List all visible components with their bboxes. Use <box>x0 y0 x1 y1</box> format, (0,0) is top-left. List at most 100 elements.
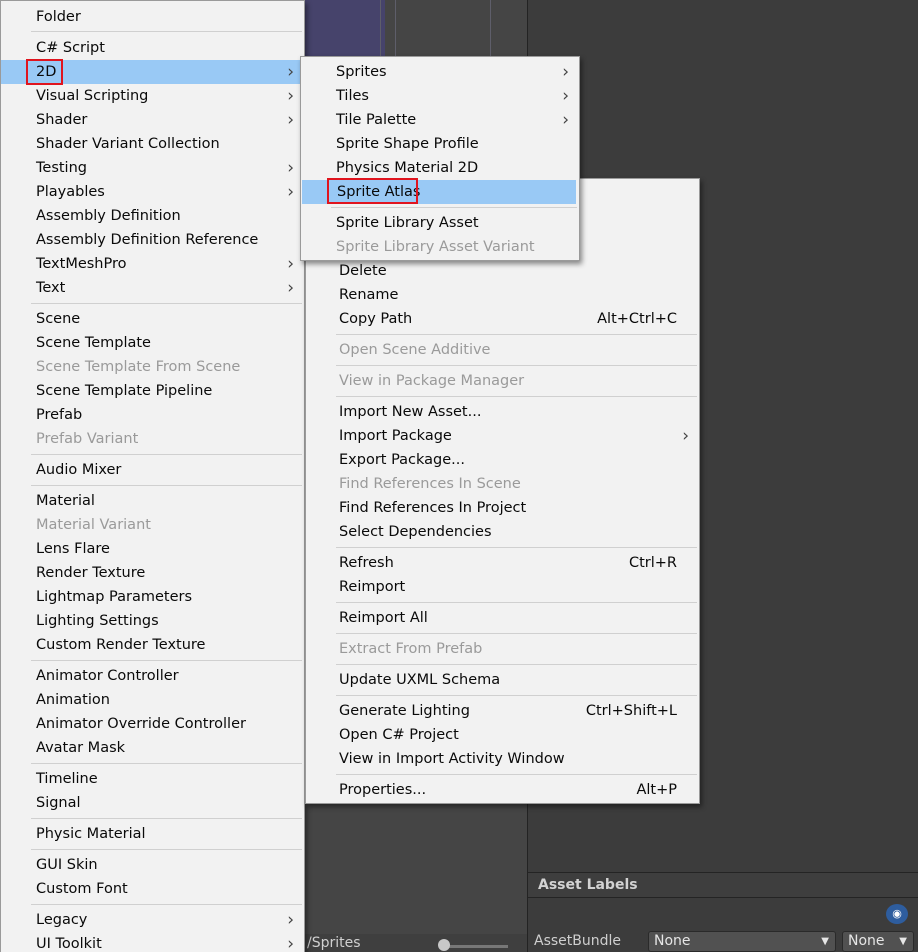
menu-item-playables[interactable]: Playables › <box>1 180 304 204</box>
menu-item-lightmap-parameters[interactable]: Lightmap Parameters <box>1 585 304 609</box>
menu-separator <box>336 664 697 665</box>
menu-item-rename[interactable]: Rename <box>306 283 699 307</box>
chevron-right-icon: › <box>287 182 294 202</box>
menu-item-label: Legacy <box>36 912 88 928</box>
menu-item-textmeshpro[interactable]: TextMeshPro › <box>1 252 304 276</box>
menu-item-folder[interactable]: Folder <box>1 5 304 29</box>
menu-item-scene-template-from-scene: Scene Template From Scene <box>1 355 304 379</box>
assetbundle-dropdown[interactable]: None ▼ <box>648 931 836 952</box>
menu-item-generate-lighting[interactable]: Generate Lighting Ctrl+Shift+L <box>306 699 699 723</box>
menu-item-visual-scripting[interactable]: Visual Scripting › <box>1 84 304 108</box>
menu-item-prefab[interactable]: Prefab <box>1 403 304 427</box>
menu-item-shortcut: Alt+Ctrl+C <box>597 311 677 327</box>
menu-item-shader-variant-collection[interactable]: Shader Variant Collection <box>1 132 304 156</box>
menu-separator <box>331 207 577 208</box>
menu-item-lighting-settings[interactable]: Lighting Settings <box>1 609 304 633</box>
chevron-right-icon: › <box>562 62 569 82</box>
menu-item-import-new-asset[interactable]: Import New Asset... <box>306 400 699 424</box>
menu-item-signal[interactable]: Signal <box>1 791 304 815</box>
menu-item-legacy[interactable]: Legacy › <box>1 908 304 932</box>
2d-submenu: Sprites › Tiles › Tile Palette › Sprite Shape … <box>300 56 580 261</box>
assetbundle-variant-dropdown[interactable]: None ▼ <box>842 931 914 952</box>
menu-item-sprite-library-asset-variant: Sprite Library Asset Variant <box>301 235 579 259</box>
menu-item-delete[interactable]: Delete <box>306 259 699 283</box>
menu-item-properties[interactable]: Properties... Alt+P <box>306 778 699 802</box>
menu-item-label: Text <box>36 280 66 296</box>
menu-item-label: C# Script <box>36 40 105 56</box>
menu-separator <box>336 365 697 366</box>
menu-item-select-dependencies[interactable]: Select Dependencies <box>306 520 699 544</box>
menu-item-label: Rename <box>339 287 399 303</box>
menu-item-text[interactable]: Text › <box>1 276 304 300</box>
menu-item-sprite-shape-profile[interactable]: Sprite Shape Profile <box>301 132 579 156</box>
menu-item-material[interactable]: Material <box>1 489 304 513</box>
asset-labels-title: Asset Labels <box>538 877 638 893</box>
menu-item-render-texture[interactable]: Render Texture <box>1 561 304 585</box>
menu-item-shortcut: Ctrl+R <box>628 555 677 571</box>
menu-item-label: Find References In Project <box>339 500 527 516</box>
scene-grid-line <box>490 0 491 60</box>
menu-item-lens-flare[interactable]: Lens Flare <box>1 537 304 561</box>
menu-item-animation[interactable]: Animation <box>1 688 304 712</box>
menu-item-scene[interactable]: Scene <box>1 307 304 331</box>
menu-item-audio-mixer[interactable]: Audio Mixer <box>1 458 304 482</box>
menu-item-reimport[interactable]: Reimport <box>306 575 699 599</box>
asset-labels-header[interactable]: Asset Labels <box>528 872 918 898</box>
menu-item-refresh[interactable]: Refresh Ctrl+R <box>306 551 699 575</box>
menu-item-tiles[interactable]: Tiles › <box>301 84 579 108</box>
menu-item-label: Avatar Mask <box>36 740 126 756</box>
menu-item-label: Audio Mixer <box>36 462 122 478</box>
menu-item-label: Scene Template <box>36 335 151 351</box>
menu-item-copy-path[interactable]: Copy Path Alt+Ctrl+C <box>306 307 699 331</box>
menu-item-sprites[interactable]: Sprites › <box>301 60 579 84</box>
chevron-right-icon: › <box>562 110 569 130</box>
menu-item-avatar-mask[interactable]: Avatar Mask <box>1 736 304 760</box>
menu-item-physic-material[interactable]: Physic Material <box>1 822 304 846</box>
menu-item-custom-font[interactable]: Custom Font <box>1 877 304 901</box>
menu-item-sprite-library-asset[interactable]: Sprite Library Asset <box>301 211 579 235</box>
scene-view-preview <box>305 0 385 56</box>
menu-item-open-csharp-project[interactable]: Open C# Project <box>306 723 699 747</box>
menu-item-scene-template[interactable]: Scene Template <box>1 331 304 355</box>
menu-item-csharp-script[interactable]: C# Script <box>1 36 304 60</box>
menu-item-view-in-import-activity-window[interactable]: View in Import Activity Window <box>306 747 699 771</box>
menu-item-shortcut: Alt+P <box>636 782 677 798</box>
menu-item-custom-render-texture[interactable]: Custom Render Texture <box>1 633 304 657</box>
menu-item-label: Tiles <box>336 88 369 104</box>
icon-size-slider-handle[interactable] <box>438 939 450 951</box>
menu-item-assembly-definition[interactable]: Assembly Definition <box>1 204 304 228</box>
menu-item-label: Assembly Definition <box>36 208 181 224</box>
menu-item-shader[interactable]: Shader › <box>1 108 304 132</box>
menu-item-tile-palette[interactable]: Tile Palette › <box>301 108 579 132</box>
menu-item-label: Playables <box>36 184 105 200</box>
menu-item-animator-override-controller[interactable]: Animator Override Controller <box>1 712 304 736</box>
menu-item-timeline[interactable]: Timeline <box>1 767 304 791</box>
menu-item-animator-controller[interactable]: Animator Controller <box>1 664 304 688</box>
menu-separator <box>31 904 302 905</box>
menu-item-scene-template-pipeline[interactable]: Scene Template Pipeline <box>1 379 304 403</box>
menu-item-label: Copy Path <box>339 311 413 327</box>
menu-item-open-scene-additive: Open Scene Additive <box>306 338 699 362</box>
menu-item-testing[interactable]: Testing › <box>1 156 304 180</box>
menu-item-label: Reimport <box>339 579 406 595</box>
chevron-right-icon: › <box>287 158 294 178</box>
assetbundle-value: None <box>654 933 691 949</box>
menu-item-update-uxml-schema[interactable]: Update UXML Schema <box>306 668 699 692</box>
menu-item-gui-skin[interactable]: GUI Skin <box>1 853 304 877</box>
menu-item-label: Refresh <box>339 555 394 571</box>
menu-item-find-references-in-project[interactable]: Find References In Project <box>306 496 699 520</box>
menu-item-label: Material <box>36 493 95 509</box>
menu-item-physics-material-2d[interactable]: Physics Material 2D <box>301 156 579 180</box>
tag-icon[interactable]: ◉ <box>886 904 908 924</box>
menu-separator <box>336 695 697 696</box>
chevron-right-icon: › <box>562 86 569 106</box>
menu-item-ui-toolkit[interactable]: UI Toolkit › <box>1 932 304 952</box>
menu-item-assembly-definition-reference[interactable]: Assembly Definition Reference <box>1 228 304 252</box>
menu-item-find-references-in-scene: Find References In Scene <box>306 472 699 496</box>
menu-item-reimport-all[interactable]: Reimport All <box>306 606 699 630</box>
menu-item-import-package[interactable]: Import Package › <box>306 424 699 448</box>
menu-item-label: Sprite Library Asset <box>336 215 479 231</box>
menu-item-export-package[interactable]: Export Package... <box>306 448 699 472</box>
menu-item-label: TextMeshPro <box>36 256 127 272</box>
icon-size-slider[interactable] <box>444 945 508 948</box>
